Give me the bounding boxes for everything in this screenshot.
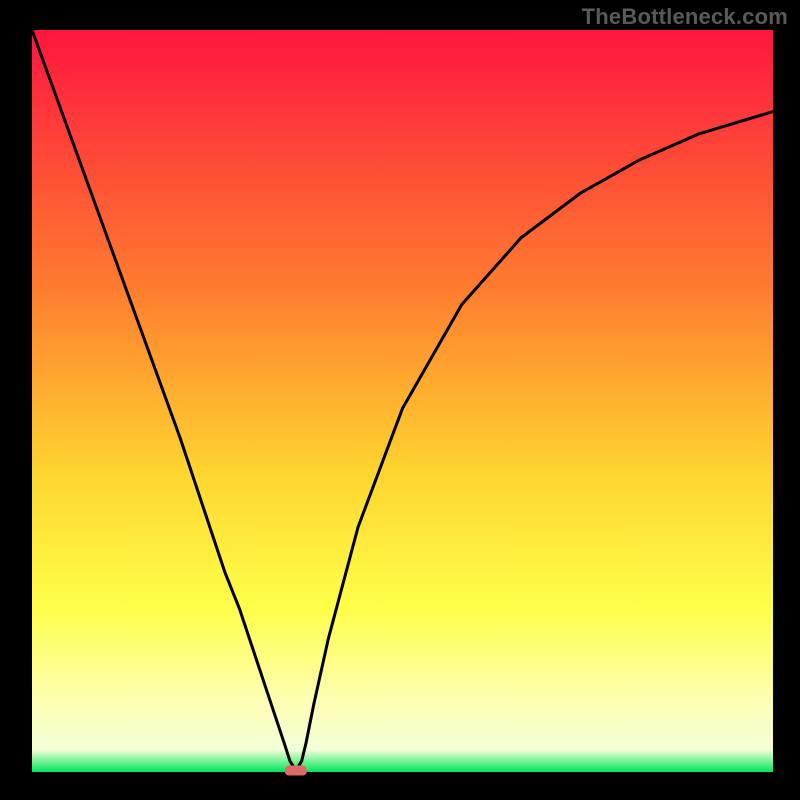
watermark-text: TheBottleneck.com [582,4,788,30]
plot-background [32,30,773,772]
min-marker [285,766,307,776]
chart-frame: TheBottleneck.com [0,0,800,800]
bottleneck-chart [0,0,800,800]
